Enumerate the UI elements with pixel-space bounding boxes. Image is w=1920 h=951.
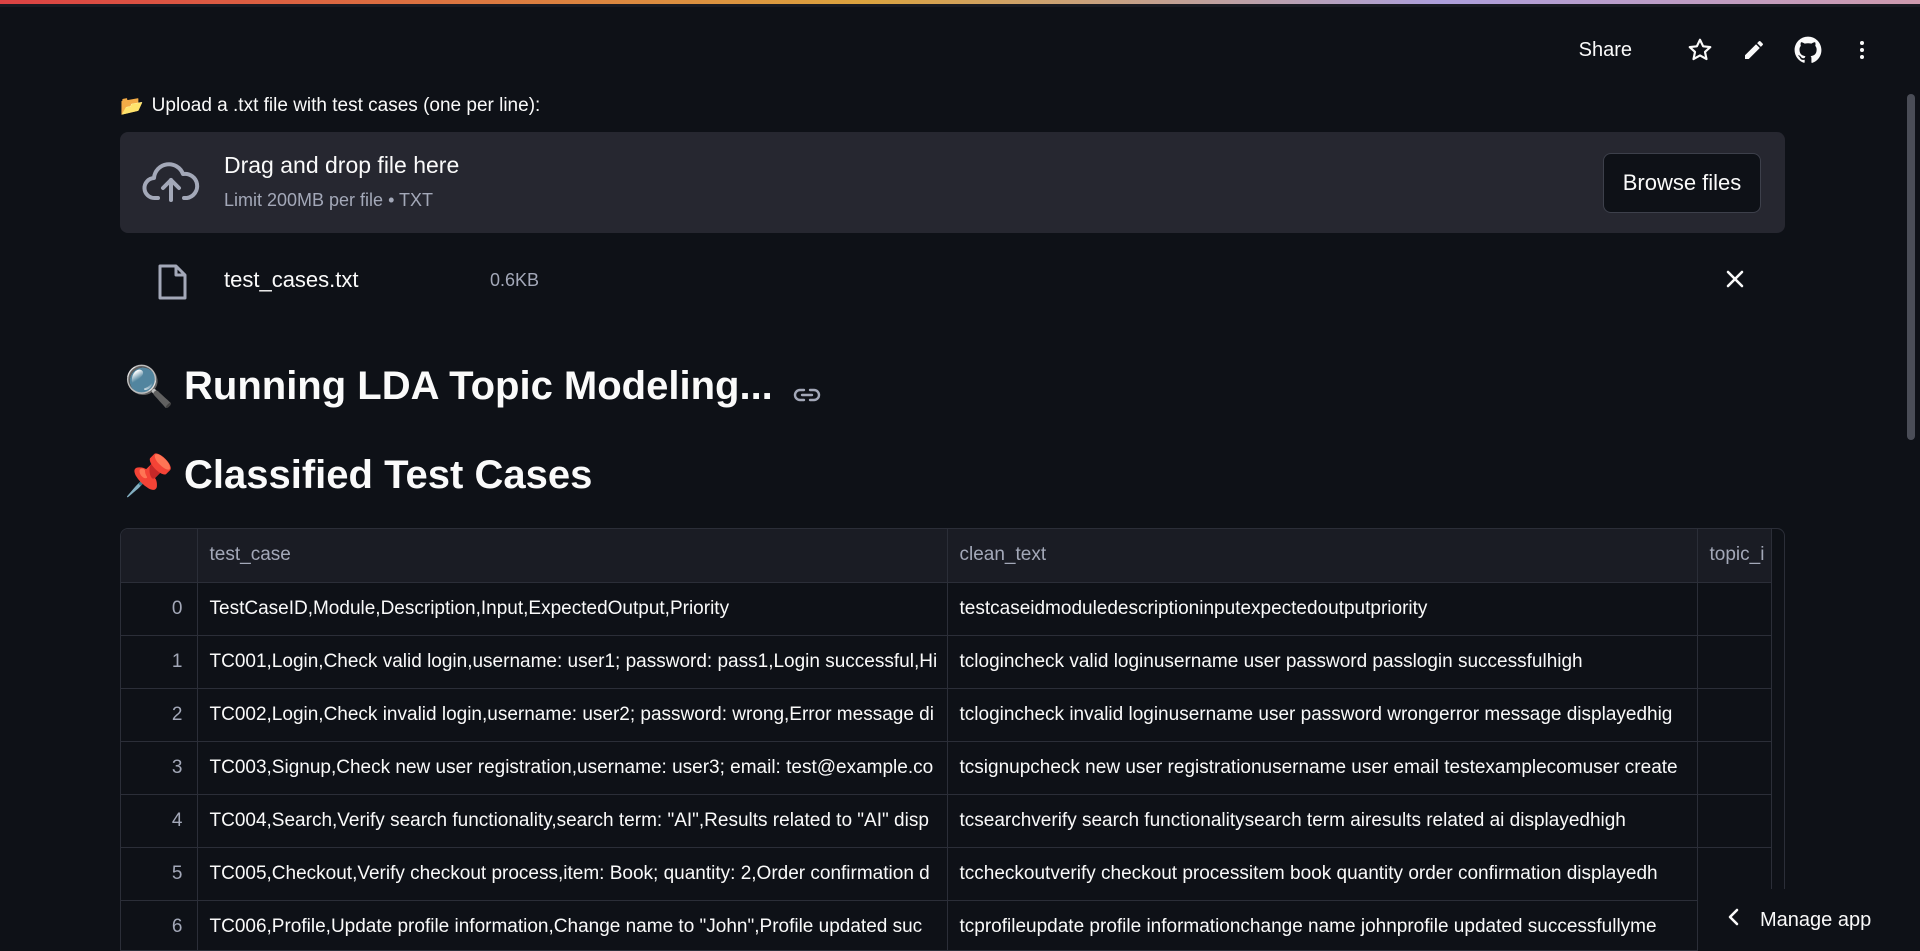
cell-clean-text[interactable]: tccheckoutverify checkout processitem bo… [947,847,1698,901]
index-header [121,529,198,583]
cell-test-case[interactable]: TC006,Profile,Update profile information… [197,900,948,950]
running-heading-text: Running LDA Topic Modeling... [184,364,773,408]
manage-app-button[interactable]: Manage app [1698,889,1920,951]
cloud-upload-icon [142,160,200,211]
uploaded-file-row: test_cases.txt 0.6KB [120,255,1785,309]
uploader-label: 📂 Upload a .txt file with test cases (on… [120,94,540,118]
classified-heading: 📌 Classified Test Cases [124,452,592,499]
cell-topic[interactable] [1697,688,1772,742]
star-icon[interactable] [1682,32,1718,68]
table-row: 4 TC004,Search,Verify search functionali… [121,794,1772,848]
cell-test-case[interactable]: TC003,Signup,Check new user registration… [197,741,948,795]
cell-test-case[interactable]: TestCaseID,Module,Description,Input,Expe… [197,582,948,636]
cell-clean-text[interactable]: tcsignupcheck new user registrationusern… [947,741,1698,795]
column-header-clean-text[interactable]: clean_text [947,529,1698,583]
row-index: 0 [121,582,198,636]
top-decoration-bar [0,0,1920,7]
table-header-row: test_case clean_text topic_i [121,529,1772,583]
uploaded-file-size: 0.6KB [490,270,540,290]
dropzone-title: Drag and drop file here [224,152,460,178]
table-row: 2 TC002,Login,Check invalid login,userna… [121,688,1772,742]
row-index: 2 [121,688,198,742]
table-row: 1 TC001,Login,Check valid login,username… [121,635,1772,689]
cell-test-case[interactable]: TC001,Login,Check valid login,username: … [197,635,948,689]
table-row: 6 TC006,Profile,Update profile informati… [121,900,1772,950]
cell-clean-text[interactable]: tcsearchverify search functionalitysearc… [947,794,1698,848]
column-header-test-case[interactable]: test_case [197,529,948,583]
cell-clean-text[interactable]: tclogincheck valid loginusername user pa… [947,635,1698,689]
running-heading: 🔍 Running LDA Topic Modeling... [124,360,821,413]
cell-test-case[interactable]: TC002,Login,Check invalid login,username… [197,688,948,742]
page-scrollbar[interactable] [1907,94,1915,440]
app-toolbar: Share [1579,32,1880,68]
uploaded-file-name: test_cases.txt [224,267,359,292]
dropzone-limit: Limit 200MB per file • TXT [224,190,434,210]
file-dropzone[interactable]: Drag and drop file here Limit 200MB per … [120,132,1785,233]
more-vertical-icon[interactable] [1844,32,1880,68]
row-index: 1 [121,635,198,689]
cell-test-case[interactable]: TC005,Checkout,Verify checkout process,i… [197,847,948,901]
github-icon[interactable] [1790,32,1826,68]
classified-heading-text: Classified Test Cases [184,453,593,497]
cell-test-case[interactable]: TC004,Search,Verify search functionality… [197,794,948,848]
cell-clean-text[interactable]: testcaseidmoduledescriptioninputexpected… [947,582,1698,636]
browse-files-button[interactable]: Browse files [1603,153,1761,213]
share-button[interactable]: Share [1579,39,1632,62]
anchor-link-icon[interactable] [793,368,821,413]
row-index: 4 [121,794,198,848]
column-header-topic[interactable]: topic_i [1697,529,1772,583]
row-index: 5 [121,847,198,901]
pencil-icon[interactable] [1736,32,1772,68]
chevron-left-icon [1726,907,1740,933]
folder-icon: 📂 [120,96,144,117]
cell-topic[interactable] [1697,582,1772,636]
table-row: 0 TestCaseID,Module,Description,Input,Ex… [121,582,1772,636]
dataframe-table[interactable]: test_case clean_text topic_i 0 TestCaseI… [120,528,1785,951]
cell-topic[interactable] [1697,635,1772,689]
cell-clean-text[interactable]: tcprofileupdate profile informationchang… [947,900,1698,950]
cell-topic[interactable] [1697,741,1772,795]
cell-clean-text[interactable]: tclogincheck invalid loginusername user … [947,688,1698,742]
file-icon [156,263,188,306]
cell-topic[interactable] [1697,794,1772,848]
table-row: 5 TC005,Checkout,Verify checkout process… [121,847,1772,901]
uploader-label-text: Upload a .txt file with test cases (one … [151,95,541,116]
table-row: 3 TC003,Signup,Check new user registrati… [121,741,1772,795]
pushpin-icon: 📌 [124,454,174,498]
row-index: 3 [121,741,198,795]
magnifier-icon: 🔍 [124,365,174,409]
row-index: 6 [121,900,198,950]
manage-app-label: Manage app [1760,908,1872,931]
close-icon[interactable] [1723,267,1747,296]
